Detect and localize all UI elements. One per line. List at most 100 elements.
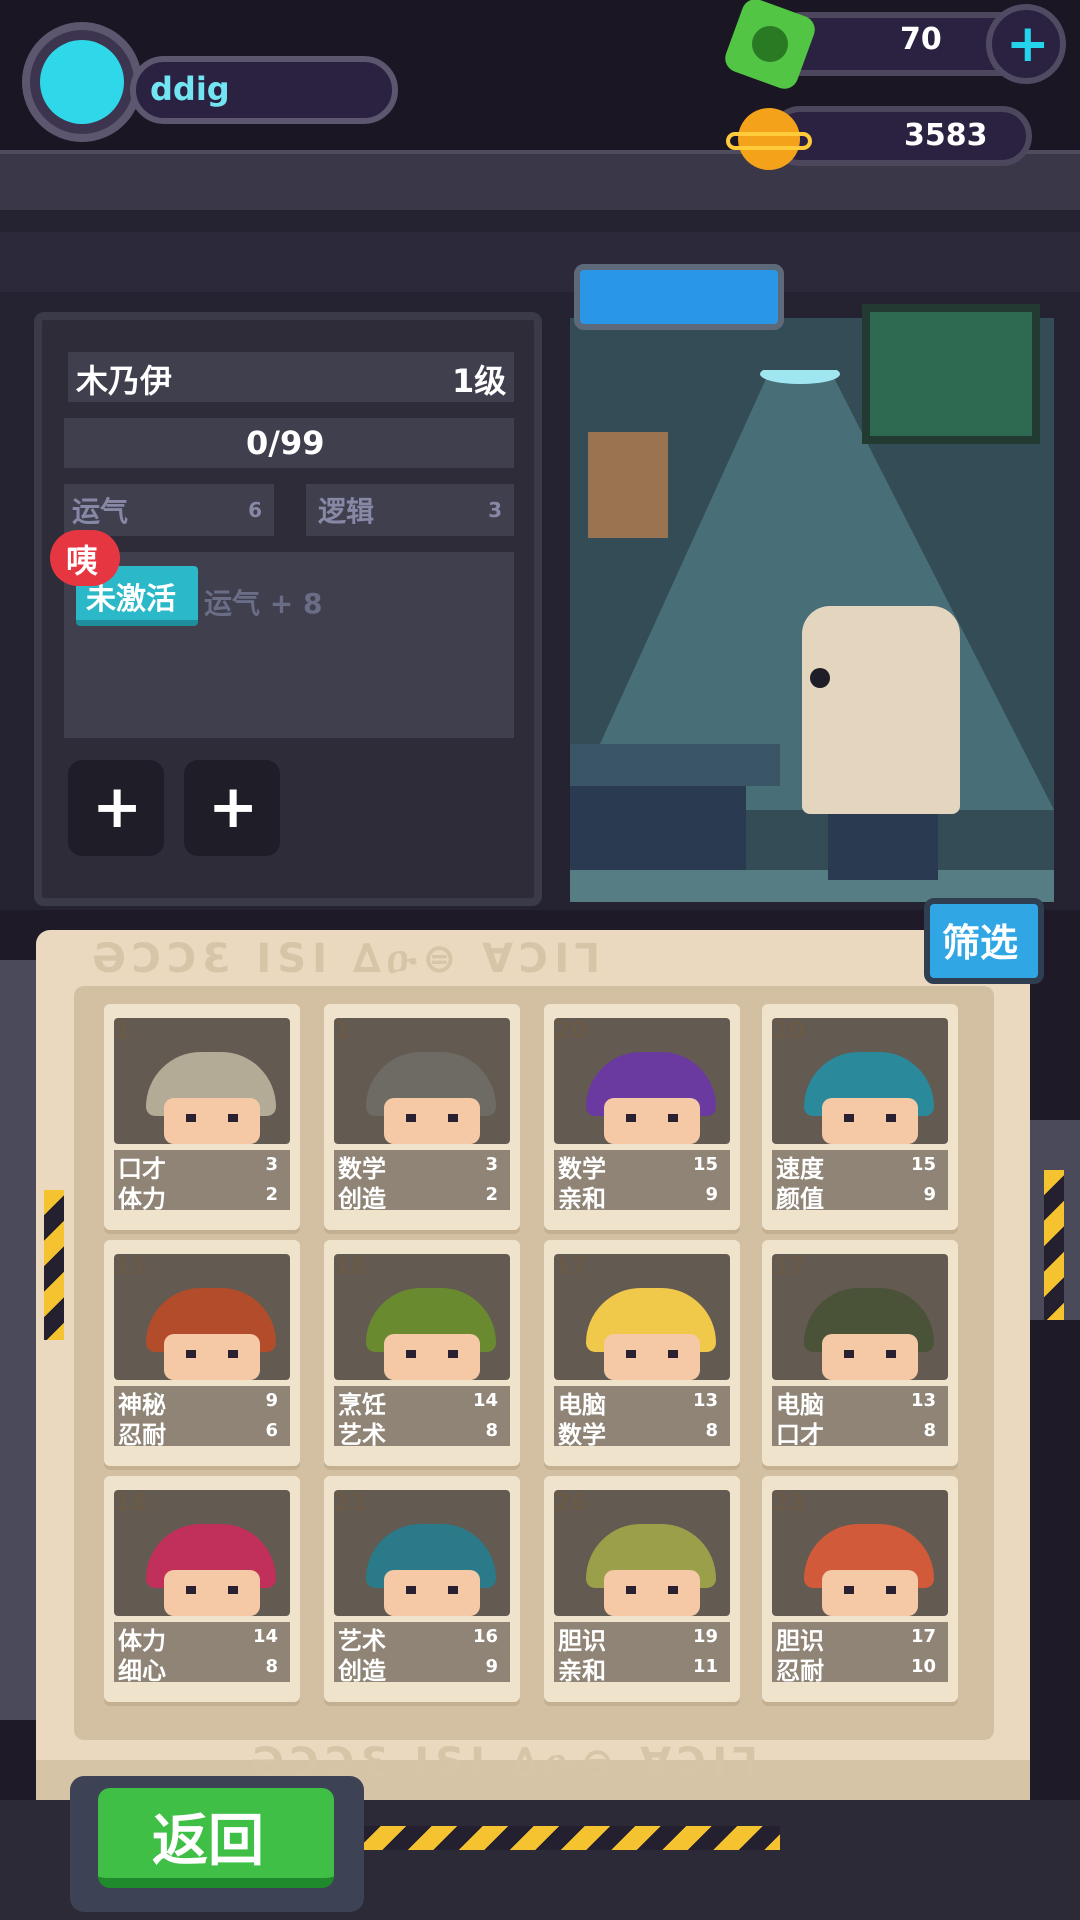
- card-stat-value: 15: [692, 1154, 718, 1175]
- card-stat-value: 2: [485, 1184, 498, 1205]
- card-stat-name: 口才: [776, 1421, 824, 1449]
- card-level: 17: [772, 1252, 806, 1280]
- card-stat-row: 亲和 9: [554, 1180, 730, 1213]
- card-stat-value: 9: [485, 1656, 498, 1677]
- skull-monitor: [862, 304, 1040, 444]
- card-stat-name: 艺术: [338, 1421, 386, 1449]
- character-eyes: [626, 1586, 678, 1594]
- card-stat-name: 体力: [118, 1185, 166, 1213]
- player-name: ddig: [150, 70, 230, 108]
- character-level: 1级: [452, 362, 507, 400]
- card-stat-row: 艺术 8: [334, 1416, 510, 1449]
- card-stat-value: 8: [923, 1420, 936, 1441]
- character-eyes: [186, 1114, 238, 1122]
- cat-heads-sign: [574, 264, 784, 330]
- notification-badge-text: 咦: [66, 542, 99, 580]
- stat-value: 6: [248, 498, 262, 522]
- card-stat-row: 忍耐 10: [772, 1652, 948, 1685]
- card-stat-row: 速度 15: [772, 1150, 948, 1183]
- character-card[interactable]: 17 电脑 13 数学 8: [544, 1240, 740, 1466]
- card-stat-row: 创造 9: [334, 1652, 510, 1685]
- card-stat-name: 数学: [558, 1421, 606, 1449]
- rune-text-top: ƏƆƆƐ ISI ∆ዑ⊜ ∀ƆIꓶ: [92, 936, 604, 982]
- card-stat-value: 3: [485, 1154, 498, 1175]
- plus-icon: +: [1006, 14, 1050, 74]
- card-stat-value: 19: [692, 1626, 718, 1647]
- character-card[interactable]: 11 神秘 9 忍耐 6: [104, 1240, 300, 1466]
- character-card[interactable]: 18 烹饪 14 艺术 8: [324, 1240, 520, 1466]
- card-stat-row: 细心 8: [114, 1652, 290, 1685]
- card-stat-row: 数学 8: [554, 1416, 730, 1449]
- character-card[interactable]: 20 速度 15 颜值 9: [762, 1004, 958, 1230]
- card-stat-name: 细心: [118, 1657, 166, 1685]
- card-level: 20: [554, 1016, 588, 1044]
- card-stat-row: 数学 15: [554, 1150, 730, 1183]
- character-portrait: [114, 1018, 290, 1144]
- card-stat-row: 颜值 9: [772, 1180, 948, 1213]
- character-card[interactable]: 1 数学 3 创造 2: [324, 1004, 520, 1230]
- wall-pipe: [0, 232, 1080, 292]
- card-stat-value: 13: [692, 1390, 718, 1411]
- character-eyes: [186, 1586, 238, 1594]
- character-card[interactable]: 20 数学 15 亲和 9: [544, 1004, 740, 1230]
- table-top: [570, 744, 780, 786]
- card-stat-row: 口才 8: [772, 1416, 948, 1449]
- add-gems-button[interactable]: +: [986, 4, 1066, 84]
- card-stat-row: 电脑 13: [772, 1386, 948, 1419]
- card-stat-name: 亲和: [558, 1657, 606, 1685]
- card-level: 18: [114, 1488, 148, 1516]
- filter-label: 筛选: [942, 921, 1019, 965]
- card-stat-value: 9: [705, 1184, 718, 1205]
- card-stat-value: 2: [265, 1184, 278, 1205]
- card-level: 26: [554, 1488, 588, 1516]
- card-stat-value: 8: [485, 1420, 498, 1441]
- card-stat-value: 16: [472, 1626, 498, 1647]
- card-level: 17: [554, 1252, 588, 1280]
- card-stat-value: 15: [910, 1154, 936, 1175]
- card-level: 1: [334, 1016, 351, 1044]
- card-stat-row: 创造 2: [334, 1180, 510, 1213]
- card-stat-row: 体力 2: [114, 1180, 290, 1213]
- hazard-stripe: [1044, 1170, 1064, 1320]
- wall-note: [588, 432, 668, 538]
- mummy-eye: [810, 668, 830, 688]
- card-stat-value: 3: [265, 1154, 278, 1175]
- coin-planet-ring: [726, 132, 812, 150]
- card-level: 20: [772, 1016, 806, 1044]
- character-card[interactable]: 17 电脑 13 口才 8: [762, 1240, 958, 1466]
- card-stat-row: 数学 3: [334, 1150, 510, 1183]
- card-stat-row: 忍耐 6: [114, 1416, 290, 1449]
- stat-box: 运气 6: [64, 484, 274, 536]
- card-stat-row: 口才 3: [114, 1150, 290, 1183]
- card-stat-row: 烹饪 14: [334, 1386, 510, 1419]
- character-name: 木乃伊: [76, 362, 173, 400]
- character-card[interactable]: 18 体力 14 细心 8: [104, 1476, 300, 1702]
- card-stat-value: 14: [472, 1390, 498, 1411]
- add-item-slot[interactable]: +: [68, 760, 164, 856]
- card-stat-name: 创造: [338, 1657, 386, 1685]
- card-level: 1: [114, 1016, 131, 1044]
- card-stat-row: 体力 14: [114, 1622, 290, 1655]
- card-stat-row: 胆识 17: [772, 1622, 948, 1655]
- card-stat-value: 8: [705, 1420, 718, 1441]
- card-level: 11: [114, 1252, 148, 1280]
- gem-value: 70: [900, 22, 942, 57]
- card-stat-value: 9: [265, 1390, 278, 1411]
- back-label: 返回: [152, 1809, 264, 1874]
- character-card[interactable]: 26 胆识 19 亲和 11: [544, 1476, 740, 1702]
- character-card[interactable]: 21 艺术 16 创造 9: [324, 1476, 520, 1702]
- mummy-character: [802, 606, 960, 814]
- stat-name: 逻辑: [318, 495, 375, 528]
- card-stat-value: 9: [923, 1184, 936, 1205]
- card-stat-name: 忍耐: [118, 1421, 166, 1449]
- card-stat-value: 10: [910, 1656, 936, 1677]
- card-level: 23: [772, 1488, 806, 1516]
- character-card[interactable]: 1 口才 3 体力 2: [104, 1004, 300, 1230]
- card-stat-row: 神秘 9: [114, 1386, 290, 1419]
- character-card[interactable]: 23 胆识 17 忍耐 10: [762, 1476, 958, 1702]
- character-eyes: [186, 1350, 238, 1358]
- coin-value: 3583: [904, 118, 988, 153]
- card-stat-value: 14: [252, 1626, 278, 1647]
- add-item-slot[interactable]: +: [184, 760, 280, 856]
- character-eyes: [406, 1586, 458, 1594]
